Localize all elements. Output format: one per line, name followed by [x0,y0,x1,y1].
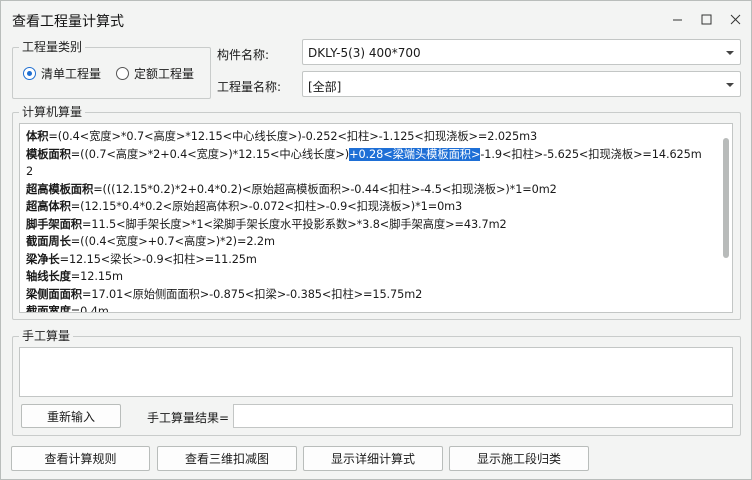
view-3d-deduction-button[interactable]: 查看三维扣减图 [157,446,297,471]
calc-line-over-height-formwork: 超高模板面积=(((12.15*0.2)*2+0.4*0.2)<原始超高模板面积… [26,182,557,196]
manual-calc-textarea[interactable] [19,347,733,397]
quantity-name-combo[interactable]: [全部] [302,71,741,97]
minimize-button[interactable] [662,1,692,37]
close-icon [730,14,740,24]
computer-calc-legend: 计算机算量 [19,105,86,119]
manual-result-label: 手工算量结果= [147,411,230,425]
close-button[interactable] [720,1,750,37]
radio-unselected-icon[interactable] [116,67,129,80]
calc-line-volume: 体积=(0.4<宽度>*0.7<高度>*12.15<中心线长度>)-0.252<… [26,130,538,143]
component-name-combo[interactable]: DKLY-5(3) 400*700 [302,39,741,65]
calc-formula-textarea[interactable]: 体积=(0.4<宽度>*0.7<高度>*12.15<中心线长度>)-0.252<… [19,123,733,313]
show-detailed-formula-button[interactable]: 显示详细计算式 [303,446,443,471]
quantity-name-value: [全部] [308,80,342,94]
reenter-button[interactable]: 重新输入 [21,404,121,428]
calc-line-section-perimeter: 截面周长=((0.4<宽度>+0.7<高度>)*2)=2.2m [26,235,275,248]
selected-text[interactable]: +0.28<梁端头模板面积> [349,147,480,161]
quantity-type-legend: 工程量类别 [19,40,86,54]
calc-line-beam-side-area: 梁侧面面积=17.01<原始侧面面积>-0.875<扣梁>-0.385<扣柱>=… [26,287,423,301]
component-name-label: 构件名称: [217,48,270,62]
component-name-value: DKLY-5(3) 400*700 [308,46,421,60]
radio-quota-quantity[interactable]: 定额工程量 [116,65,194,82]
calc-line-beam-net-length: 梁净长=12.15<梁长>-0.9<扣柱>=11.25m [26,252,257,266]
manual-result-input[interactable] [233,404,733,428]
view-calc-rules-button[interactable]: 查看计算规则 [11,446,150,471]
radio-bill-quantity-label: 清单工程量 [41,67,102,81]
minimize-icon [672,19,682,20]
maximize-button[interactable] [691,1,721,37]
radio-bill-quantity[interactable]: 清单工程量 [23,65,101,82]
chevron-down-icon [726,49,734,57]
chevron-down-icon [726,81,734,89]
calc-formula-lines: 体积=(0.4<宽度>*0.7<高度>*12.15<中心线长度>)-0.252<… [26,128,716,313]
calc-formula-window: 查看工程量计算式 工程量类别 清单工程量 定额工程量 构件名称: DKLY-5(… [0,0,752,480]
manual-calc-legend: 手工算量 [19,329,74,343]
quantity-type-group: 工程量类别 清单工程量 定额工程量 [12,40,211,99]
radio-quota-quantity-label: 定额工程量 [134,67,195,81]
calc-line-formwork-area: 模板面积=((0.7<高度>*2+0.4<宽度>)*12.15<中心线长度>)+… [26,147,702,161]
quantity-name-label: 工程量名称: [217,80,282,94]
calc-line-axis-length: 轴线长度=12.15m [26,270,123,283]
radio-selected-icon[interactable] [23,67,36,80]
calc-line-scaffold-area: 脚手架面积=11.5<脚手架长度>*1<梁脚手架长度水平投影系数>*3.8<脚手… [26,217,507,231]
window-title: 查看工程量计算式 [12,14,124,30]
calc-line-over-height-volume: 超高体积=(12.15*0.4*0.2<原始超高体积>-0.072<扣柱>-0.… [26,200,463,213]
vertical-scrollbar[interactable] [723,138,729,258]
show-section-grouping-button[interactable]: 显示施工段归类 [449,446,589,471]
title-bar[interactable]: 查看工程量计算式 [1,1,751,37]
maximize-icon [701,14,711,24]
calc-line-formwork-area-cont: 2 [26,165,34,178]
calc-line-section-width: 截面宽度=0.4m [26,305,109,313]
